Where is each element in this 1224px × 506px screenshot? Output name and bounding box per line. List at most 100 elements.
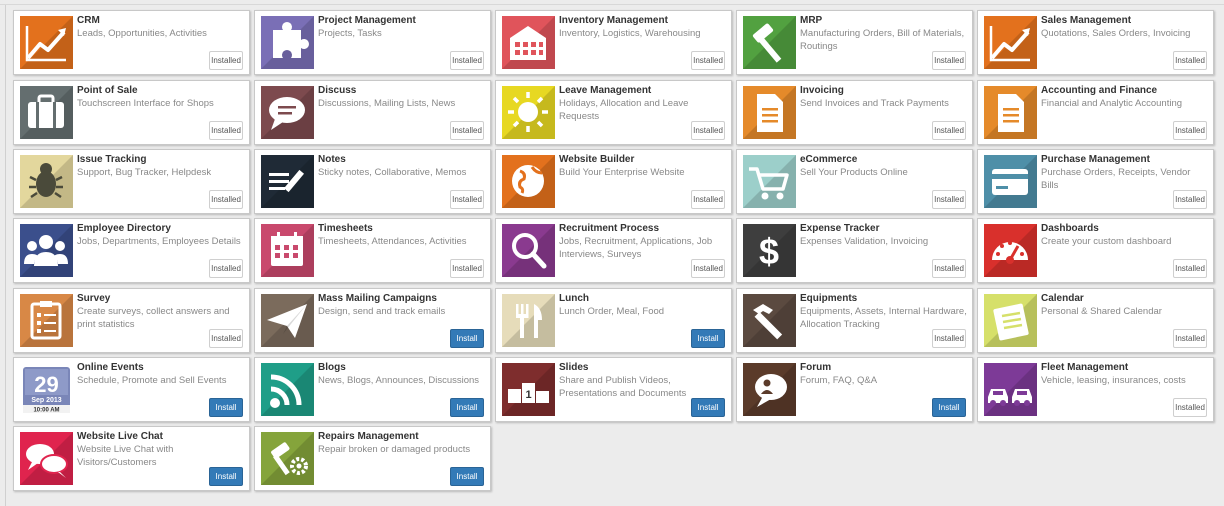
app-description: Sell Your Products Online: [800, 167, 908, 178]
gauge-icon: [984, 224, 1037, 277]
app-card[interactable]: CRM Leads, Opportunities, Activities Insta…: [13, 10, 250, 75]
installed-button[interactable]: Installed: [450, 259, 484, 278]
app-card[interactable]: Calendar Personal & Shared Calendar Instal…: [977, 288, 1214, 353]
app-description: Discussions, Mailing Lists, News: [318, 98, 456, 109]
app-title: Project Management: [318, 15, 416, 26]
chat-bubbles-icon: [20, 432, 73, 485]
install-button[interactable]: Install: [450, 398, 484, 417]
notes-pencil-icon: [261, 155, 314, 208]
installed-button[interactable]: Installed: [209, 121, 243, 140]
app-description: Purchase Orders, Receipts, Vendor Bills: [1041, 167, 1191, 191]
chart-line-icon: [984, 16, 1037, 69]
app-card[interactable]: Dashboards Create your custom dashboard In…: [977, 218, 1214, 283]
installed-button[interactable]: Installed: [691, 259, 725, 278]
puzzle-icon: [261, 16, 314, 69]
app-card[interactable]: Recruitment Process Jobs, Recruitment, Ap…: [495, 218, 732, 283]
app-title: Invoicing: [800, 85, 844, 96]
document-icon: [743, 86, 796, 139]
app-card[interactable]: Issue Tracking Support, Bug Tracker, Help…: [13, 149, 250, 214]
app-card[interactable]: Website Builder Build Your Enterprise Web…: [495, 149, 732, 214]
app-card[interactable]: Sales Management Quotations, Sales Orders…: [977, 10, 1214, 75]
installed-button[interactable]: Installed: [1173, 398, 1207, 417]
app-description: Vehicle, leasing, insurances, costs: [1041, 375, 1186, 386]
app-card[interactable]: Employee Directory Jobs, Departments, Emp…: [13, 218, 250, 283]
installed-button[interactable]: Installed: [450, 51, 484, 70]
installed-button[interactable]: Installed: [691, 121, 725, 140]
app-card[interactable]: Notes Sticky notes, Collaborative, Memos I…: [254, 149, 491, 214]
app-card[interactable]: eCommerce Sell Your Products Online Instal…: [736, 149, 973, 214]
app-card[interactable]: Blogs News, Blogs, Announces, Discussions…: [254, 357, 491, 422]
app-card[interactable]: Survey Create surveys, collect answers an…: [13, 288, 250, 353]
app-card[interactable]: Forum Forum, FAQ, Q&A Install: [736, 357, 973, 422]
installed-button[interactable]: Installed: [209, 259, 243, 278]
app-card[interactable]: Repairs Management Repair broken or damag…: [254, 426, 491, 491]
installed-button[interactable]: Installed: [209, 51, 243, 70]
installed-button[interactable]: Installed: [691, 190, 725, 209]
installed-button[interactable]: Installed: [209, 190, 243, 209]
app-card[interactable]: Accounting and Finance Financial and Anal…: [977, 80, 1214, 145]
credit-card-icon: [984, 155, 1037, 208]
app-title: Survey: [77, 293, 111, 304]
installed-button[interactable]: Installed: [1173, 51, 1207, 70]
app-description: Jobs, Departments, Employees Details: [77, 236, 241, 247]
app-card[interactable]: Equipments Equipments, Assets, Internal H…: [736, 288, 973, 353]
installed-button[interactable]: Installed: [932, 329, 966, 348]
app-description: Manufacturing Orders, Bill of Materials,…: [800, 28, 965, 52]
install-button[interactable]: Install: [932, 398, 966, 417]
app-description: Holidays, Allocation and Leave Requests: [559, 98, 689, 122]
magnifier-icon: [502, 224, 555, 277]
chat-bubble-icon: [261, 86, 314, 139]
users-icon: [20, 224, 73, 277]
app-card[interactable]: Inventory Management Inventory, Logistics…: [495, 10, 732, 75]
svg-text:Sep 2013: Sep 2013: [31, 397, 61, 404]
app-description: Inventory, Logistics, Warehousing: [559, 28, 701, 39]
app-title: Notes: [318, 154, 346, 165]
installed-button[interactable]: Installed: [1173, 190, 1207, 209]
installed-button[interactable]: Installed: [932, 51, 966, 70]
install-button[interactable]: Install: [209, 467, 243, 486]
app-card[interactable]: Purchase Management Purchase Orders, Rece…: [977, 149, 1214, 214]
install-button[interactable]: Install: [691, 329, 725, 348]
calendar-grid-icon: [261, 224, 314, 277]
installed-button[interactable]: Installed: [450, 190, 484, 209]
installed-button[interactable]: Installed: [1173, 121, 1207, 140]
hammer-gear-icon: [261, 432, 314, 485]
install-button[interactable]: Install: [450, 329, 484, 348]
install-button[interactable]: Install: [450, 467, 484, 486]
app-title: MRP: [800, 15, 823, 26]
app-card[interactable]: 29 Sep 2013 10:00 AM Online Events Schedule,…: [13, 357, 250, 422]
app-card[interactable]: Invoicing Send Invoices and Track Payment…: [736, 80, 973, 145]
app-description: Expenses Validation, Invoicing: [800, 236, 929, 247]
installed-button[interactable]: Installed: [1173, 259, 1207, 278]
installed-button[interactable]: Installed: [932, 190, 966, 209]
app-card[interactable]: $ Expense Tracker Expenses Validation, Inv…: [736, 218, 973, 283]
app-card[interactable]: Point of Sale Touchscreen Interface for S…: [13, 80, 250, 145]
app-title: Issue Tracking: [77, 154, 147, 165]
app-description: Design, send and track emails: [318, 306, 446, 317]
app-card[interactable]: Timesheets Timesheets, Attendances, Activ…: [254, 218, 491, 283]
app-card[interactable]: 1 Slides Share and Publish Videos, Present…: [495, 357, 732, 422]
installed-button[interactable]: Installed: [932, 259, 966, 278]
installed-button[interactable]: Installed: [1173, 329, 1207, 348]
app-title: Leave Management: [559, 85, 652, 96]
installed-button[interactable]: Installed: [450, 121, 484, 140]
app-title: Equipments: [800, 293, 858, 304]
app-card[interactable]: Fleet Management Vehicle, leasing, insura…: [977, 357, 1214, 422]
installed-button[interactable]: Installed: [932, 121, 966, 140]
install-button[interactable]: Install: [209, 398, 243, 417]
app-card[interactable]: Discuss Discussions, Mailing Lists, News I…: [254, 80, 491, 145]
app-card[interactable]: Lunch Lunch Order, Meal, Food Install: [495, 288, 732, 353]
app-card[interactable]: Website Live Chat Website Live Chat with …: [13, 426, 250, 491]
app-title: Repairs Management: [318, 431, 419, 442]
installed-button[interactable]: Installed: [209, 329, 243, 348]
install-button[interactable]: Install: [691, 398, 725, 417]
app-title: Website Live Chat: [77, 431, 163, 442]
app-card[interactable]: Leave Management Holidays, Allocation and…: [495, 80, 732, 145]
app-card[interactable]: Mass Mailing Campaigns Design, send and t…: [254, 288, 491, 353]
installed-button[interactable]: Installed: [691, 51, 725, 70]
app-description: Jobs, Recruitment, Applications, Job Int…: [559, 236, 713, 260]
app-card[interactable]: Project Management Projects, Tasks Install…: [254, 10, 491, 75]
app-card[interactable]: MRP Manufacturing Orders, Bill of Materia…: [736, 10, 973, 75]
app-title: Online Events: [77, 362, 144, 373]
paper-plane-icon: [261, 294, 314, 347]
